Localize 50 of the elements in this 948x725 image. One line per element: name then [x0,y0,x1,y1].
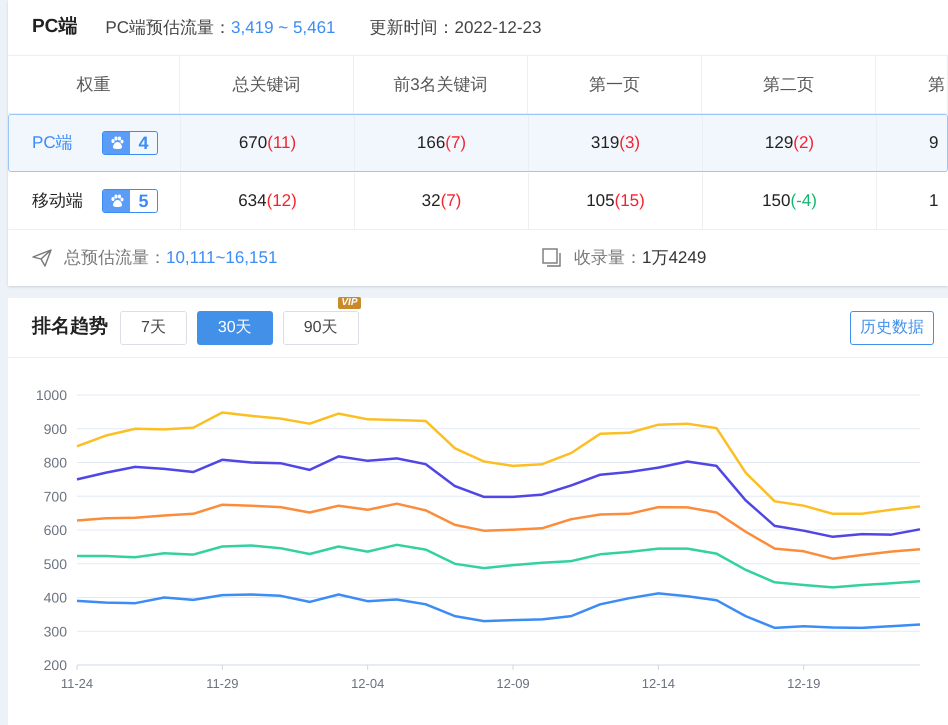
range-tab[interactable]: 90天 [282,310,358,344]
y-axis-label: 500 [44,556,67,572]
indexed-count-text: 收录量：1万4249 [574,247,706,270]
range-tab[interactable]: 7天 [120,310,187,344]
y-axis-label: 600 [44,522,67,538]
table-cell-text: 105(15) [586,190,645,212]
table-cell-text: 670(11) [238,132,296,154]
table-cell-text: 319(3) [590,132,640,154]
y-axis-label: 1000 [36,387,67,403]
column-header: 第一页 [589,74,640,96]
column-header: 第 [928,74,945,96]
y-axis-label: 200 [44,657,67,673]
pc-traffic-text: PC端预估流量：3,419 ~ 5,461 [105,16,336,39]
x-axis-label: 11-29 [206,676,238,691]
column-header: 总关键词 [232,74,300,96]
table-row[interactable]: PC端 4 670(11) 166(7) 319(3) 129(2) 9 [8,114,948,172]
table-row[interactable]: 移动端 5 634(12) 32(7) 105(15) 150(-4) 1 [8,172,948,230]
y-axis-label: 800 [44,454,67,470]
paw-icon [108,193,124,209]
table-cell-text: 32(7) [422,190,462,212]
card-title: PC端 [32,15,78,40]
table-cell-text: 9 [929,132,938,154]
column-header: 前3名关键词 [393,74,488,96]
weight-badge: 5 [102,189,158,213]
platform-label: 移动端 [32,190,82,212]
table-cell-text: 634(12) [238,190,297,212]
weight-badge: 4 [102,131,158,155]
x-axis-label: 12-09 [496,676,530,691]
y-axis-label: 400 [44,590,67,606]
x-axis-label: 12-19 [787,676,820,691]
table-cell-text: 129(2) [764,132,814,154]
y-axis-label: 900 [44,420,67,437]
y-axis-label: 300 [44,623,67,640]
copy-icon [542,248,562,268]
table-cell-text: 150(-4) [762,190,817,212]
x-axis-label: 11-24 [60,676,94,691]
column-header: 第二页 [763,74,814,96]
update-time-text: 更新时间：2022-12-23 [370,16,542,39]
send-icon [32,248,52,268]
platform-label: PC端 [32,132,74,154]
column-header: 权重 [76,74,110,96]
paw-icon [108,135,124,151]
table-cell-text: 1 [929,190,938,212]
vip-badge: VIP [338,296,360,308]
y-axis-label: 700 [44,488,67,504]
x-axis-label: 12-14 [642,676,675,691]
total-traffic-text: 总预估流量：10,111~16,151 [64,247,278,270]
table-cell-text: 166(7) [416,132,466,154]
section-title: 排名趋势 [32,314,108,340]
x-axis-label: 12-04 [351,676,384,691]
